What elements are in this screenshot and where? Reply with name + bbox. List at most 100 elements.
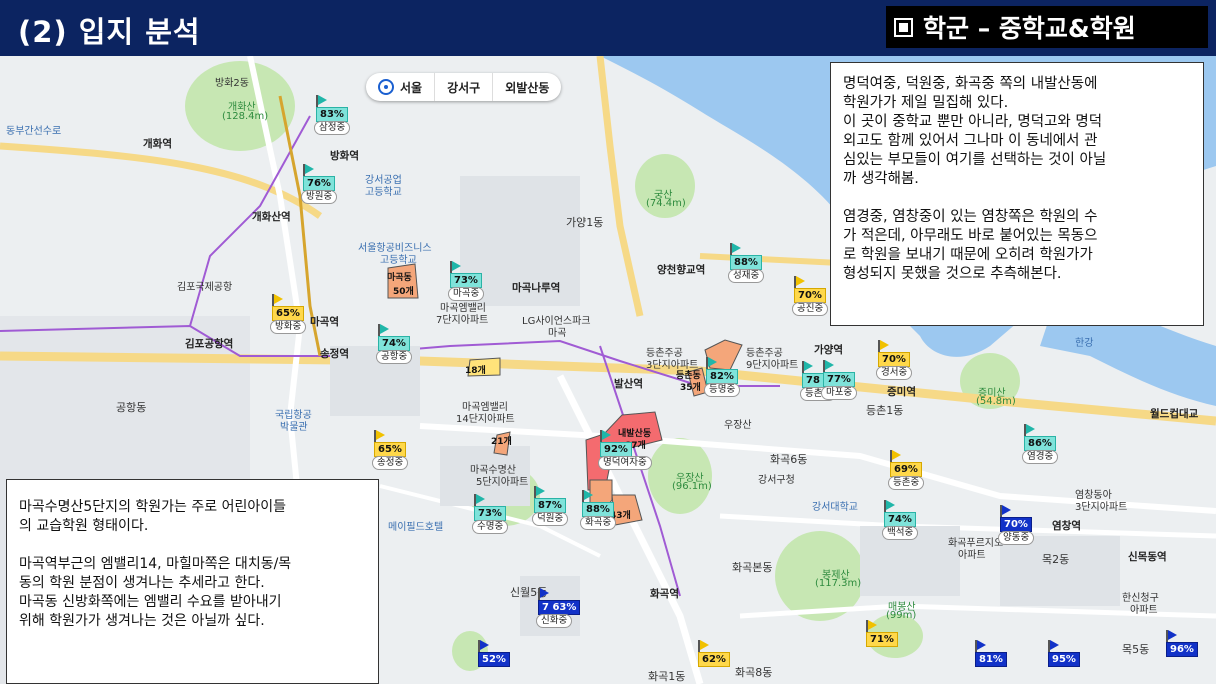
flag-cloth [868, 620, 877, 630]
flag-cloth [708, 357, 717, 367]
school-name: 명덕여자중 [598, 456, 652, 470]
school-rate: 65% [374, 442, 406, 457]
place-label: 가양1동 [566, 216, 604, 229]
place-label: 우장산 [724, 420, 752, 431]
flag-cloth [796, 276, 805, 286]
square-bullet-icon [894, 17, 913, 37]
flag-cloth [452, 261, 461, 271]
school-name: 성재중 [728, 269, 765, 283]
crumb-dong[interactable]: 외발산동 [492, 73, 561, 101]
school-rate: 70% [1000, 517, 1032, 532]
school-name: 신화중 [536, 614, 573, 628]
school-rate: 96% [1166, 642, 1198, 657]
subway-station-label: 발산역 [614, 378, 643, 390]
location-breadcrumb[interactable]: 서울 강서구 외발산동 [366, 73, 562, 101]
school-rate: 73% [450, 273, 482, 288]
school-rate: 86% [1024, 436, 1056, 451]
place-label: 화곡본동 [732, 561, 773, 574]
school-name: 삼정중 [314, 121, 351, 135]
school-rate: 65% [272, 306, 304, 321]
flag-cloth [584, 490, 593, 500]
flag-cloth [1002, 505, 1011, 515]
school-rate: 76% [303, 176, 335, 191]
academy-cluster-count: 18개 [465, 366, 486, 376]
subway-station-label: 신목동역 [1128, 551, 1167, 563]
school-name: 공진중 [792, 302, 829, 316]
school-rate: 70% [794, 288, 826, 303]
flag-cloth [480, 640, 489, 650]
school-name: 방화중 [270, 320, 307, 334]
crumb-city[interactable]: 서울 [366, 73, 434, 101]
school-rate: 73% [474, 506, 506, 521]
school-name: 공항중 [376, 350, 413, 364]
school-rate: 62% [698, 652, 730, 667]
subway-station-label: 마곡나루역 [512, 282, 561, 294]
crumb-district-label: 강서구 [447, 80, 481, 95]
place-label: 화곡1동 [648, 670, 686, 683]
flag-cloth [1026, 424, 1035, 434]
place-label: (54.8m) [976, 396, 1016, 407]
place-label: 7단지아파트 [436, 315, 489, 326]
place-label: 등촌1동 [866, 404, 904, 417]
place-label: 메이필드호텔 [388, 522, 444, 533]
analysis-note-top-right: 명덕여중, 덕원중, 화곡중 쪽의 내발산동에 학원가가 제일 밀집해 있다. … [830, 62, 1204, 326]
header-bar: (2) 입지 분석 학군 – 중학교&학원 [0, 0, 1216, 56]
school-rate: 83% [316, 107, 348, 122]
flag-cloth [602, 430, 611, 440]
school-rate: 52% [478, 652, 510, 667]
school-rate: 82% [706, 369, 738, 384]
flag-cloth [274, 294, 283, 304]
school-rate: 92% [600, 442, 632, 457]
school-rate: 87% [534, 498, 566, 513]
subway-station-label: 양천향교역 [657, 264, 706, 276]
flag-cloth [540, 588, 549, 598]
school-name: 백석중 [882, 526, 919, 540]
crumb-dong-label: 외발산동 [505, 80, 550, 95]
academy-cluster-count: 50개 [393, 287, 414, 297]
subway-station-label: 송정역 [320, 348, 349, 360]
school-rate: 95% [1048, 652, 1080, 667]
place-label: 고등학교 [365, 187, 402, 198]
flag-cloth [977, 640, 986, 650]
school-name: 등명중 [704, 383, 741, 397]
school-name: 송정중 [372, 456, 409, 470]
school-name: 수명중 [472, 520, 509, 534]
academy-cluster-label: 마곡동 [387, 273, 412, 283]
place-label: 공항동 [116, 401, 147, 414]
school-name: 방원중 [301, 190, 338, 204]
place-label: (128.4m) [222, 111, 269, 122]
school-rate: 74% [378, 336, 410, 351]
academy-cluster-count: 35개 [680, 383, 701, 393]
flag-cloth [1168, 630, 1177, 640]
analysis-note-bottom-left: 마곡수명산5단지의 학원가는 주로 어린아이들 의 교습학원 형태이다. 마곡역… [6, 479, 379, 684]
place-label: 5단지아파트 [476, 477, 529, 488]
school-name: 경서중 [876, 366, 913, 380]
place-label: 동부간선수로 [6, 126, 62, 137]
place-label: (96.1m) [672, 481, 712, 492]
place-label: 방화2동 [215, 78, 249, 89]
academy-cluster-count: 21개 [491, 437, 512, 447]
place-label: 목5동 [1122, 643, 1150, 656]
subway-station-label: 개화산역 [252, 211, 291, 223]
flag-cloth [305, 164, 314, 174]
subway-station-label: 개화역 [143, 138, 172, 150]
school-name: 화곡중 [580, 516, 617, 530]
place-label: 마곡 [548, 328, 567, 339]
place-label: (99m) [886, 610, 917, 621]
school-name: 등촌중 [888, 476, 925, 490]
place-label: 3단지아파트 [1075, 502, 1128, 513]
school-rate: 74% [884, 512, 916, 527]
place-label: 14단지아파트 [456, 414, 515, 425]
crumb-district[interactable]: 강서구 [434, 73, 492, 101]
place-label: 한강 [1075, 338, 1094, 349]
page-title: (2) 입지 분석 [18, 15, 201, 49]
place-label: 화곡6동 [770, 453, 808, 466]
flag-cloth [804, 361, 813, 371]
crumb-city-label: 서울 [400, 80, 423, 95]
place-label: 아파트 [1130, 605, 1158, 616]
flag-cloth [732, 243, 741, 253]
flag-cloth [886, 500, 895, 510]
place-label: 강서대학교 [812, 502, 858, 513]
place-label: 고등학교 [380, 255, 417, 266]
place-label: 월드컵대교 [1150, 408, 1199, 420]
